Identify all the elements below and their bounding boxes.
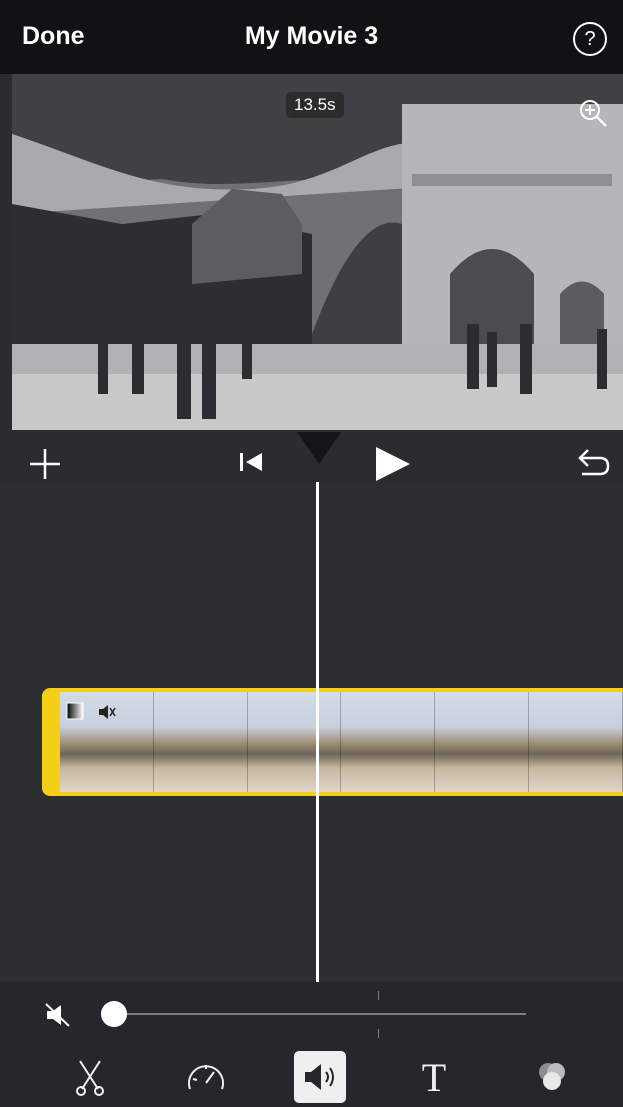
play-icon	[376, 447, 410, 481]
text-icon: T	[421, 1054, 447, 1100]
plus-icon	[30, 449, 60, 479]
clip-frame	[247, 692, 342, 792]
speed-button[interactable]	[180, 1051, 232, 1103]
filters-icon	[539, 1063, 565, 1090]
add-media-button[interactable]	[28, 447, 62, 481]
volume-slider-thumb[interactable]	[101, 1001, 127, 1027]
volume-icon	[305, 1064, 334, 1090]
help-button[interactable]: ?	[573, 22, 607, 56]
preview-frame	[12, 74, 623, 430]
text-button[interactable]: T	[408, 1051, 460, 1103]
filters-button[interactable]	[526, 1051, 578, 1103]
duration-badge: 13.5s	[286, 92, 344, 118]
clip-frame	[341, 692, 436, 792]
video-clip[interactable]	[42, 688, 623, 796]
playhead[interactable]	[316, 482, 319, 982]
volume-button[interactable]	[294, 1051, 346, 1103]
undo-button[interactable]	[574, 444, 612, 482]
skip-to-start-button[interactable]	[236, 447, 266, 477]
clip-frames	[60, 692, 623, 792]
zoom-in-icon[interactable]	[576, 96, 610, 130]
playhead-pointer	[297, 432, 341, 464]
play-button[interactable]	[372, 444, 412, 484]
split-button[interactable]	[64, 1051, 116, 1103]
speed-icon	[188, 1065, 224, 1090]
volume-slider-track[interactable]	[114, 1013, 526, 1015]
help-icon: ?	[584, 27, 596, 50]
mute-icon[interactable]	[44, 1002, 74, 1028]
clip-frame	[153, 692, 248, 792]
clip-mute-icon	[98, 704, 116, 720]
clip-frame	[529, 692, 623, 792]
slider-tick	[378, 991, 379, 1000]
fade-icon	[66, 702, 84, 720]
slider-tick	[378, 1029, 379, 1038]
scissors-icon	[76, 1060, 104, 1096]
video-preview[interactable]	[12, 74, 623, 430]
undo-icon	[578, 449, 610, 476]
project-title: My Movie 3	[244, 22, 379, 50]
skip-to-start-icon	[240, 453, 262, 471]
clip-frame	[435, 692, 530, 792]
